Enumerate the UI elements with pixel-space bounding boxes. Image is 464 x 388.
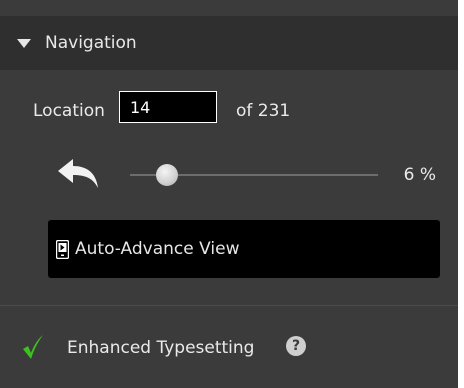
back-arrow-icon[interactable] (58, 158, 100, 190)
auto-advance-button[interactable]: Auto-Advance View (48, 220, 440, 278)
enhanced-typesetting-label: Enhanced Typesetting (67, 338, 255, 358)
navigation-panel: Navigation Location of 231 6 % Auto-Adva… (0, 0, 458, 388)
location-label: Location (33, 101, 105, 121)
location-total-label: of 231 (236, 101, 291, 121)
panel-edge (458, 0, 464, 388)
checkmark-icon[interactable] (22, 334, 44, 360)
navigation-header[interactable]: Navigation (0, 16, 458, 70)
triangle-down-icon[interactable] (17, 38, 31, 48)
slider-knob[interactable] (156, 164, 178, 186)
section-divider (0, 305, 458, 306)
navigation-title: Navigation (45, 33, 137, 53)
location-input[interactable] (119, 91, 217, 123)
slider-value-label: 6 % (403, 165, 436, 185)
auto-advance-icon (56, 239, 69, 259)
page-progress-slider[interactable] (130, 164, 378, 186)
auto-advance-label: Auto-Advance View (75, 239, 240, 259)
question-icon[interactable]: ? (286, 336, 306, 356)
